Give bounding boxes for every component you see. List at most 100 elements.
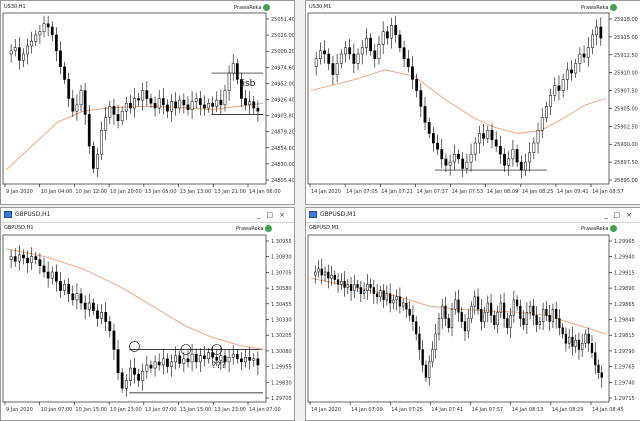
candle-body	[557, 85, 561, 91]
candle-body	[421, 349, 424, 366]
candle-body	[219, 355, 223, 361]
candle-body	[149, 98, 153, 104]
x-tick-label: 14 Jan 08:13	[512, 407, 544, 413]
y-tick-label: 1.29815	[614, 333, 635, 339]
candle-body	[75, 293, 79, 301]
candle-body	[447, 318, 450, 329]
candle-body	[330, 274, 333, 279]
candle-body	[219, 99, 223, 106]
candle-body	[327, 53, 331, 64]
candle-body	[503, 153, 506, 166]
candle-body	[512, 299, 515, 316]
y-tick-label: 1.29865	[614, 302, 635, 308]
x-tick-label: 9 Jan 2020	[6, 189, 33, 195]
x-tick-label: 14 Jan 09:41	[557, 189, 589, 195]
y-tick-label: 25905.00	[614, 106, 638, 112]
candle-body	[382, 290, 385, 301]
candle-body	[124, 380, 128, 389]
candle-body	[42, 23, 46, 32]
candle-body	[551, 308, 555, 322]
candle-body	[381, 31, 385, 45]
candle-body	[377, 44, 381, 59]
candle-body	[454, 299, 457, 310]
candle-body	[227, 72, 231, 91]
candle-body	[104, 312, 108, 322]
candle-body	[359, 287, 362, 294]
candle-body	[157, 98, 161, 109]
candle-body	[434, 333, 437, 350]
y-tick-label: 1.30330	[271, 318, 292, 324]
candle-body	[519, 161, 523, 171]
candle-body	[390, 25, 393, 39]
candle-body	[346, 284, 349, 288]
candle-body	[402, 302, 405, 307]
moving-average-line	[5, 248, 264, 350]
candle-body	[511, 149, 515, 160]
x-tick-label: 14 Jan 07:37	[416, 189, 448, 195]
x-tick-label: 14 Jan 08:09	[487, 189, 519, 195]
candle-body	[198, 355, 202, 363]
candle-body	[379, 290, 382, 298]
y-tick-label: 1.29715	[614, 396, 635, 402]
candle-body	[323, 271, 327, 276]
y-tick-label: 24952.00	[271, 81, 294, 87]
candle-body	[116, 349, 120, 373]
y-tick-label: 1.30205	[271, 333, 292, 339]
y-tick-label: 25000.20	[271, 49, 294, 55]
candle-body	[431, 349, 434, 363]
candle-body	[108, 321, 112, 332]
candle-body	[182, 99, 186, 106]
candle-body	[170, 101, 173, 112]
candlestick-chart[interactable]: 1.30955 1.30830 1.30705 1.30580 1.30455 1.303…	[1, 208, 294, 420]
candlestick-chart[interactable]: 1.29965 1.29940 1.29915 1.29890 1.29865 1.298…	[306, 208, 640, 420]
chart-window-gbpusd-m1[interactable]: GBPUSD,M1 _□× GBPUSD,M1 PrawaReka 1.2996…	[305, 207, 640, 421]
candle-body	[423, 106, 427, 123]
candle-body	[137, 374, 140, 381]
candle-body	[203, 104, 206, 109]
x-tick-label: 10 Jan 15:00	[75, 407, 107, 413]
candle-body	[59, 50, 62, 67]
chart-window-us30-h1[interactable]: US30,H1 PrawaReka 25051.40 25026.00 25000.…	[0, 0, 295, 205]
candle-body	[252, 358, 256, 361]
candle-body	[83, 90, 87, 115]
candle-body	[17, 47, 21, 61]
candlestick-chart[interactable]: 25051.40 25026.00 25000.20 24974.60 24952.00…	[1, 1, 294, 204]
candle-body	[545, 308, 548, 316]
candle-body	[558, 318, 561, 329]
candle-body	[182, 358, 186, 364]
candle-body	[54, 271, 58, 282]
y-tick-label: 1.29765	[614, 365, 635, 371]
candle-body	[343, 281, 346, 288]
candle-body	[100, 130, 103, 155]
candle-body	[549, 95, 552, 107]
candle-body	[96, 310, 99, 319]
candlestick-chart[interactable]: 25918.00 25915.00 25912.50 25910.00 25907.50…	[306, 1, 640, 204]
candle-body	[240, 358, 243, 363]
candle-body	[174, 355, 178, 363]
candle-body	[352, 53, 356, 64]
chart-window-us30-m1[interactable]: US30,M1 PrawaReka 25918.00 25915.00 25912.…	[305, 0, 640, 205]
candle-body	[207, 352, 210, 360]
candle-body	[244, 98, 247, 106]
candle-body	[536, 130, 540, 144]
candle-body	[223, 90, 227, 106]
x-tick-label: 14 Jan 07:00	[249, 407, 281, 413]
candle-body	[13, 256, 17, 262]
candle-body	[532, 142, 536, 153]
y-tick-label: 1.29965	[614, 239, 635, 245]
candle-body	[22, 53, 25, 61]
highlight-circle	[129, 341, 140, 352]
candle-body	[318, 50, 322, 59]
chart-window-gbpusd-h1[interactable]: GBPUSD,H1 _□× GBPUSD,H1 PrawaReka 1.3095…	[0, 207, 295, 421]
candle-body	[444, 158, 448, 166]
candle-body	[578, 53, 582, 64]
candle-body	[548, 315, 551, 322]
candle-body	[145, 90, 149, 99]
candle-body	[83, 302, 87, 310]
candle-body	[235, 353, 239, 360]
candle-body	[161, 98, 165, 106]
candle-body	[141, 370, 145, 381]
candle-body	[538, 321, 542, 325]
candle-body	[524, 161, 527, 171]
y-tick-label: 24974.60	[271, 65, 294, 71]
